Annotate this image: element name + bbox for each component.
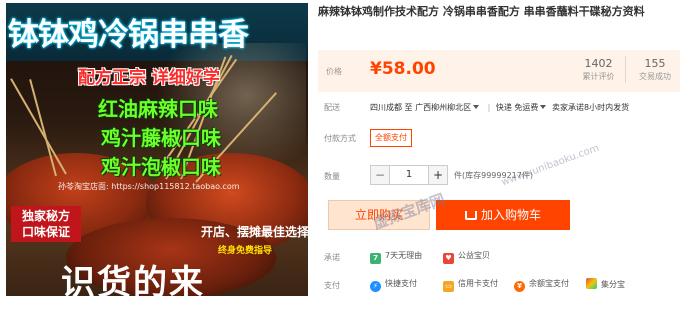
flavor-pickled-pepper: 鸡汁泡椒口味 bbox=[101, 155, 221, 179]
reviews-count: 1402 bbox=[584, 57, 613, 70]
image-bottom-text: 识货的来 bbox=[61, 263, 205, 296]
guarantee-7day-label: 7天无理由 bbox=[385, 251, 423, 260]
quantity-decrement-button[interactable]: − bbox=[370, 165, 390, 185]
price-value: ¥58.00 bbox=[370, 59, 436, 79]
product-info-panel: 麻辣钵钵鸡制作技术配方 冷锅串串香配方 串串香蘸料干碟秘方资料 价格 ¥58.0… bbox=[318, 4, 682, 292]
pay-credit-card-label: 信用卡支付 bbox=[458, 279, 498, 288]
pay-jifenbao[interactable]: 集分宝 bbox=[586, 278, 625, 290]
secret-line-1: 独家秘方 bbox=[21, 209, 70, 223]
price-panel: 价格 ¥58.00 1402 累计评价 155 交易成功 bbox=[318, 50, 680, 92]
pay-quick-label: 快捷支付 bbox=[385, 279, 417, 288]
pay-yuebao-label: 余额宝支付 bbox=[529, 279, 569, 288]
shipping-row: 四川成都 至 广西柳州柳北区 | 快递 免运费 卖家承诺8小时内发货 bbox=[370, 102, 629, 113]
image-shop-promo: 开店、摆摊最佳选择 bbox=[201, 225, 308, 239]
secret-recipe-badge: 独家秘方 口味保证 bbox=[11, 206, 81, 242]
watermark-url: www.xunibaoku.com bbox=[500, 142, 601, 189]
shipping-destination: 广西柳州柳北区 bbox=[415, 103, 472, 112]
image-shop-link: 孙苓淘宝店面: https://shop115812.taobao.com bbox=[58, 182, 240, 191]
payment-method-label: 付款方式 bbox=[324, 134, 356, 143]
chevron-down-icon bbox=[473, 105, 480, 109]
shipping-promise: 卖家承诺8小时内发货 bbox=[551, 103, 630, 112]
guarantee-7day[interactable]: 7 7天无理由 bbox=[370, 250, 422, 264]
quantity-input[interactable]: 1 bbox=[390, 165, 428, 185]
image-guide: 终身免费指导 bbox=[218, 246, 273, 256]
payment-option-full[interactable]: 全额支付 bbox=[370, 129, 412, 147]
secret-line-2: 口味保证 bbox=[21, 225, 70, 239]
sales-count: 155 bbox=[644, 57, 666, 70]
price-label: 价格 bbox=[326, 67, 342, 76]
add-to-cart-label: 加入购物车 bbox=[480, 208, 541, 222]
guarantee-label: 承诺 bbox=[324, 253, 340, 262]
divider: | bbox=[487, 103, 491, 112]
jifenbao-icon bbox=[586, 278, 597, 289]
product-image[interactable]: 钵钵鸡冷锅串串香 配方正宗 详细好学 红油麻辣口味 鸡汁藤椒口味 鸡汁泡椒口味 … bbox=[6, 3, 308, 296]
reviews-label: 累计评价 bbox=[582, 72, 615, 81]
guarantee-charity[interactable]: ♥ 公益宝贝 bbox=[443, 250, 490, 264]
sales-stat: 155 交易成功 bbox=[630, 56, 680, 83]
pay-jifenbao-label: 集分宝 bbox=[601, 280, 625, 289]
chevron-down-icon bbox=[540, 105, 547, 109]
flavor-green-pepper: 鸡汁藤椒口味 bbox=[101, 126, 221, 150]
guarantee-charity-label: 公益宝贝 bbox=[458, 251, 490, 260]
shipping-origin: 四川成都 bbox=[370, 103, 402, 112]
quantity-label: 数量 bbox=[324, 172, 340, 181]
quantity-increment-button[interactable]: + bbox=[428, 165, 448, 185]
pay-credit-card[interactable]: ▭ 信用卡支付 bbox=[443, 278, 498, 292]
quick-pay-icon: ⚡ bbox=[370, 281, 381, 292]
quantity-stepper: − 1 + bbox=[370, 165, 448, 185]
seven-day-icon: 7 bbox=[370, 253, 381, 264]
flavor-spicy: 红油麻辣口味 bbox=[98, 97, 218, 121]
credit-card-icon: ▭ bbox=[443, 281, 454, 292]
pay-yuebao[interactable]: ¥ 余额宝支付 bbox=[514, 278, 569, 292]
heart-icon: ♥ bbox=[443, 253, 454, 264]
add-to-cart-button[interactable]: 加入购物车 bbox=[436, 200, 570, 230]
product-title: 麻辣钵钵鸡制作技术配方 冷锅串串香配方 串串香蘸料干碟秘方资料 bbox=[318, 5, 645, 18]
shipping-destination-select[interactable]: 广西柳州柳北区 bbox=[415, 103, 482, 112]
shipping-method: 快递 免运费 bbox=[495, 103, 539, 112]
shipping-method-select[interactable]: 快递 免运费 bbox=[496, 103, 550, 112]
shipping-to: 至 bbox=[404, 103, 413, 112]
pay-quick[interactable]: ⚡ 快捷支付 bbox=[370, 278, 417, 292]
image-slogan: 配方正宗 详细好学 bbox=[78, 68, 220, 88]
shipping-label: 配送 bbox=[324, 103, 340, 112]
money-bag-icon: ¥ bbox=[514, 281, 525, 292]
sales-label: 交易成功 bbox=[639, 72, 671, 81]
cart-icon bbox=[464, 211, 477, 220]
reviews-stat[interactable]: 1402 累计评价 bbox=[576, 56, 626, 83]
pay-label: 支付 bbox=[324, 281, 340, 290]
